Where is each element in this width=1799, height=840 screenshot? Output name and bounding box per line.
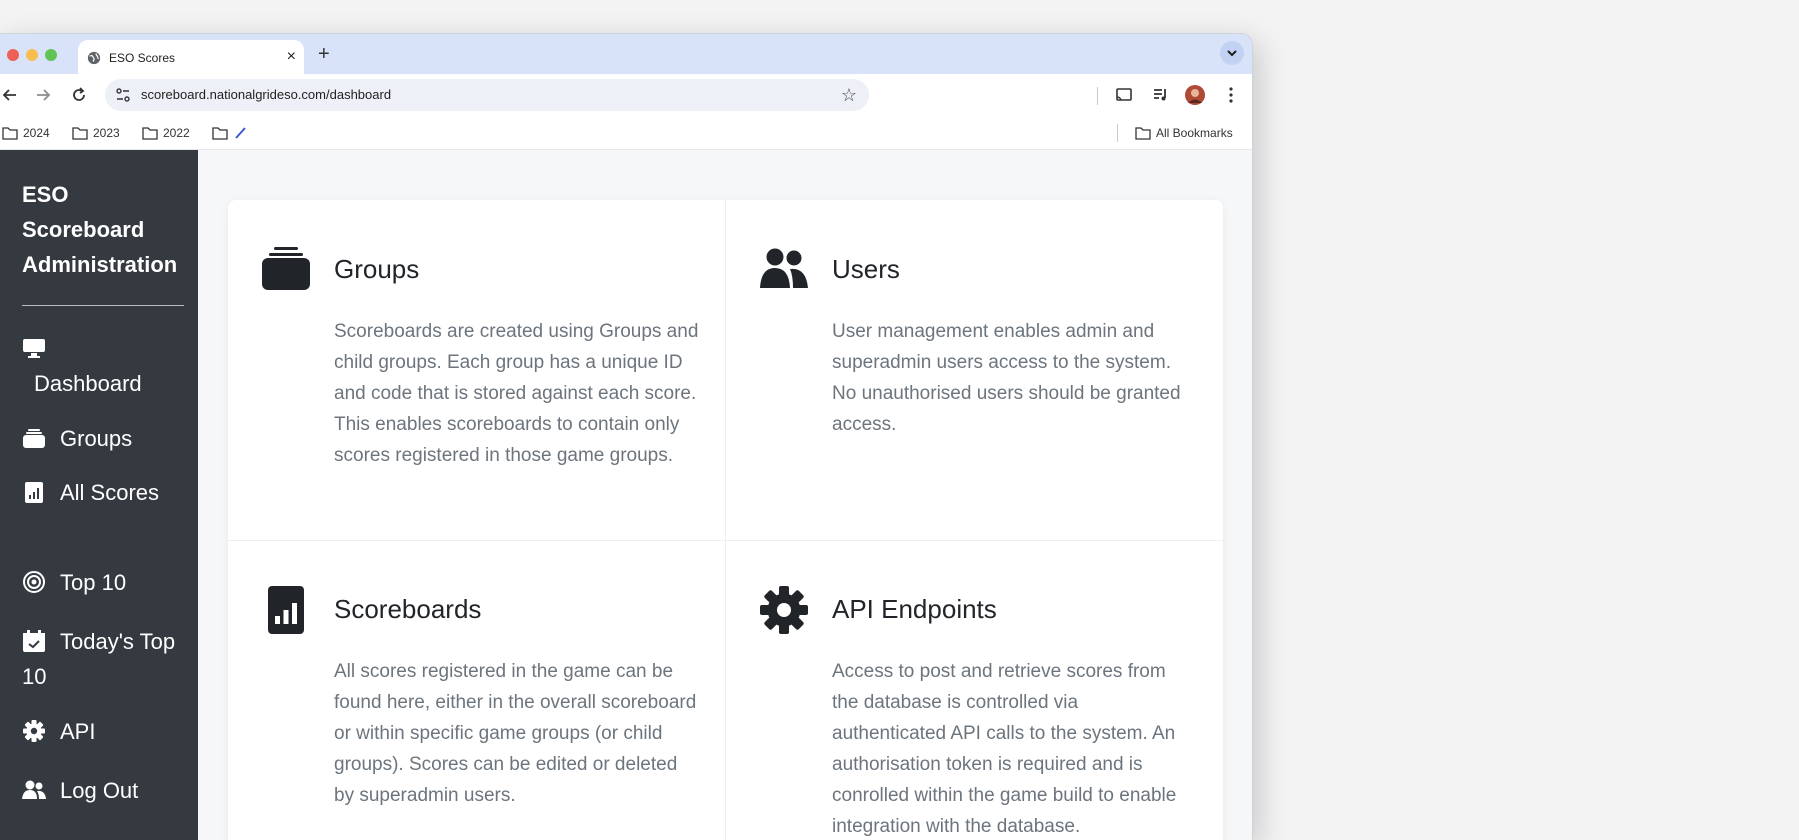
sidebar-item-api[interactable]: API <box>22 714 192 749</box>
bookmark-folder-edit[interactable] <box>212 124 254 142</box>
sidebar-item-label: All Scores <box>60 480 160 505</box>
tab-eso-scores[interactable]: ESO Scores × <box>78 40 304 74</box>
tab-search-button[interactable] <box>1220 41 1244 65</box>
folder-icon <box>2 127 18 140</box>
layers-icon <box>23 429 45 448</box>
tab-title: ESO Scores <box>109 51 176 65</box>
users-icon <box>760 248 808 288</box>
browser-toolbar: scoreboard.nationalgrideso.com/dashboard… <box>0 74 1252 116</box>
minimize-window-button[interactable] <box>26 49 38 61</box>
more-menu-icon[interactable] <box>1221 85 1241 105</box>
bookmark-folder-2022[interactable]: 2022 <box>142 124 190 142</box>
dashboard-card: Groups Scoreboards are created using Gro… <box>228 200 1223 840</box>
folder-icon <box>142 127 158 140</box>
profile-avatar[interactable] <box>1185 85 1205 105</box>
users-icon <box>22 780 46 799</box>
sidebar: ESO Scoreboard Administration Dashboard … <box>0 150 198 840</box>
forward-icon[interactable] <box>33 85 53 105</box>
sidebar-item-label: Top 10 <box>60 570 127 595</box>
sidebar-item-dashboard[interactable]: Dashboard <box>22 331 192 401</box>
feature-description: Scoreboards are created using Groups and… <box>334 321 699 466</box>
gear-icon <box>23 720 45 742</box>
feature-title: Groups <box>334 254 420 284</box>
bookmarks-divider <box>1117 124 1118 142</box>
all-bookmarks-folder[interactable]: All Bookmarks <box>1135 124 1233 142</box>
address-bar[interactable]: scoreboard.nationalgrideso.com/dashboard… <box>105 79 869 111</box>
chevron-down-icon <box>1227 50 1237 57</box>
layers-icon <box>262 247 310 290</box>
media-controls-icon[interactable] <box>1151 85 1171 105</box>
sidebar-item-groups[interactable]: Groups <box>22 421 192 456</box>
feature-description: User management enables admin and supera… <box>832 321 1181 435</box>
reload-icon[interactable] <box>69 85 89 105</box>
bookmark-folder-2023[interactable]: 2023 <box>72 124 120 142</box>
bookmarks-bar: 2024 2023 2022 All Bookmarks <box>0 116 1252 150</box>
tab-strip: ESO Scores × + <box>0 34 1252 74</box>
folder-icon <box>212 127 228 140</box>
feature-title: Users <box>832 254 900 284</box>
globe-icon <box>87 51 101 65</box>
calendar-check-icon <box>23 630 45 652</box>
bookmark-folder-2024[interactable]: 2024 <box>2 124 50 142</box>
card-divider <box>725 200 726 840</box>
sidebar-item-todays-top-10[interactable]: Today's Top 10 <box>22 624 192 694</box>
pencil-icon <box>235 127 246 139</box>
maximize-window-button[interactable] <box>45 49 57 61</box>
sidebar-divider <box>22 305 184 306</box>
feature-description: All scores registered in the game can be… <box>334 661 697 806</box>
sidebar-item-label: Log Out <box>60 778 139 803</box>
bookmark-star-icon[interactable]: ☆ <box>841 84 857 106</box>
new-tab-button[interactable]: + <box>318 42 330 66</box>
bar-chart-icon <box>25 482 43 503</box>
feature-title: Scoreboards <box>334 594 482 624</box>
back-icon[interactable] <box>0 85 20 105</box>
close-window-button[interactable] <box>7 49 19 61</box>
sidebar-item-all-scores[interactable]: All Scores <box>22 475 192 510</box>
card-divider <box>228 540 1223 541</box>
monitor-icon <box>23 339 45 358</box>
folder-icon <box>72 127 88 140</box>
page-content: ESO Scoreboard Administration Dashboard … <box>0 150 1252 840</box>
feature-title: API Endpoints <box>832 594 997 624</box>
target-icon <box>23 571 45 593</box>
folder-icon <box>1135 127 1151 140</box>
cast-icon[interactable] <box>1114 85 1134 105</box>
sidebar-item-label: Groups <box>60 426 133 451</box>
bar-chart-icon <box>268 586 304 634</box>
sidebar-item-label: Dashboard <box>34 371 142 396</box>
gear-icon <box>760 586 808 634</box>
sidebar-item-log-out[interactable]: Log Out <box>22 773 192 808</box>
sidebar-item-top-10[interactable]: Top 10 <box>22 565 192 600</box>
feature-description: Access to post and retrieve scores from … <box>832 661 1177 837</box>
sidebar-brand: ESO Scoreboard Administration <box>22 182 178 277</box>
toolbar-divider <box>1097 87 1098 105</box>
browser-window: ESO Scores × + scoreboard.nationalgrides… <box>0 33 1253 840</box>
url-text[interactable]: scoreboard.nationalgrideso.com/dashboard <box>141 87 391 102</box>
sidebar-item-label: API <box>60 719 96 744</box>
site-settings-icon[interactable] <box>115 87 131 103</box>
close-tab-icon[interactable]: × <box>287 47 296 67</box>
